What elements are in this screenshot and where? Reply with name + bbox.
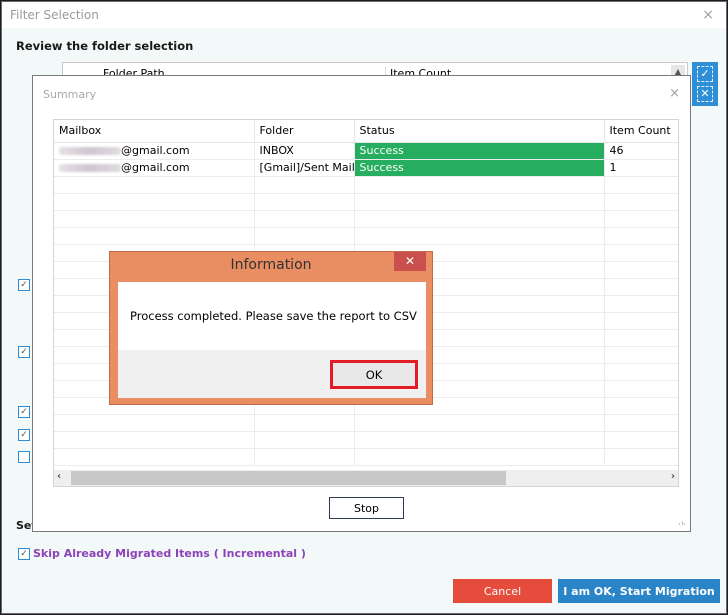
close-icon[interactable]: ×	[669, 86, 680, 101]
scrollbar-thumb[interactable]	[71, 471, 506, 485]
header-row: Mailbox Folder Status Item Count	[54, 120, 678, 143]
empty-cell	[254, 210, 355, 228]
empty-cell	[354, 210, 605, 228]
empty-cell	[254, 227, 355, 245]
empty-cell	[54, 431, 255, 449]
empty-row	[54, 448, 678, 466]
scroll-right-icon[interactable]: ›	[671, 471, 675, 482]
filter-checkbox-5[interactable]	[18, 451, 30, 463]
empty-cell	[254, 176, 355, 194]
empty-row	[54, 210, 678, 228]
ok-button[interactable]: OK	[330, 360, 418, 389]
table-row[interactable]: @gmail.com INBOX Success 46	[54, 142, 678, 160]
empty-row	[54, 176, 678, 194]
table-row[interactable]: @gmail.com [Gmail]/Sent Mail Success 1	[54, 159, 678, 177]
title-bar: Filter Selection ×	[2, 2, 726, 28]
empty-cell	[354, 414, 605, 432]
empty-cell	[254, 414, 355, 432]
empty-cell	[54, 193, 255, 211]
empty-cell	[54, 414, 255, 432]
dialog-body: Process completed. Please save the repor…	[118, 282, 426, 398]
empty-cell	[604, 210, 678, 228]
filter-checkbox-3[interactable]: ✓	[18, 406, 30, 418]
empty-cell	[604, 346, 678, 364]
empty-cell	[604, 227, 678, 245]
empty-row	[54, 227, 678, 245]
scroll-left-icon[interactable]: ‹	[57, 471, 61, 482]
filter-checkbox-1[interactable]: ✓	[18, 279, 30, 291]
item-count-cell: 46	[604, 142, 678, 160]
column-status[interactable]: Status	[354, 120, 605, 143]
folder-cell: INBOX	[254, 142, 355, 160]
column-folder[interactable]: Folder	[254, 120, 355, 143]
column-item-count[interactable]: Item Count	[604, 120, 678, 143]
mailbox-domain: @gmail.com	[121, 144, 190, 157]
empty-cell	[604, 312, 678, 330]
empty-cell	[604, 448, 678, 466]
item-count-cell: 1	[604, 159, 678, 177]
status-cell: Success	[354, 159, 605, 177]
status-cell: Success	[354, 142, 605, 160]
empty-cell	[354, 431, 605, 449]
empty-cell	[604, 176, 678, 194]
empty-cell	[354, 176, 605, 194]
review-folder-label: Review the folder selection	[16, 39, 194, 53]
empty-row	[54, 193, 678, 211]
stop-button[interactable]: Stop	[329, 497, 404, 519]
empty-cell	[604, 329, 678, 347]
empty-cell	[604, 363, 678, 381]
dialog-footer: OK	[118, 350, 426, 398]
close-icon[interactable]: ✕	[394, 252, 426, 271]
empty-cell	[254, 193, 355, 211]
skip-migrated-checkbox[interactable]: ✓	[18, 548, 30, 560]
empty-cell	[54, 227, 255, 245]
start-migration-button[interactable]: I am OK, Start Migration	[558, 579, 720, 603]
empty-cell	[254, 431, 355, 449]
close-icon[interactable]: ×	[702, 7, 714, 23]
empty-cell	[604, 193, 678, 211]
empty-cell	[604, 244, 678, 262]
summary-title: Summary	[43, 88, 97, 101]
window-title: Filter Selection	[10, 8, 99, 22]
empty-cell	[54, 210, 255, 228]
empty-cell	[604, 414, 678, 432]
empty-row	[54, 414, 678, 432]
empty-row	[54, 431, 678, 449]
empty-cell	[604, 397, 678, 415]
empty-cell	[604, 278, 678, 296]
dialog-message: Process completed. Please save the repor…	[130, 309, 417, 323]
mailbox-cell: @gmail.com	[54, 159, 255, 177]
dialog-title: Information	[230, 257, 312, 273]
selection-buttons: ✓ ✕	[692, 62, 718, 106]
empty-cell	[354, 227, 605, 245]
horizontal-scrollbar[interactable]: ‹ ›	[54, 470, 678, 486]
empty-cell	[604, 261, 678, 279]
column-mailbox[interactable]: Mailbox	[54, 120, 255, 143]
empty-cell	[604, 431, 678, 449]
empty-cell	[354, 193, 605, 211]
information-dialog: Information ✕ Process completed. Please …	[109, 251, 433, 405]
empty-cell	[54, 448, 255, 466]
filter-checkbox-2[interactable]: ✓	[18, 346, 30, 358]
empty-cell	[54, 176, 255, 194]
cancel-button[interactable]: Cancel	[453, 579, 552, 603]
empty-cell	[604, 295, 678, 313]
deselect-all-icon[interactable]: ✕	[697, 86, 713, 102]
select-all-icon[interactable]: ✓	[697, 66, 713, 82]
empty-cell	[604, 380, 678, 398]
folder-cell: [Gmail]/Sent Mail	[254, 159, 355, 177]
mailbox-cell: @gmail.com	[54, 142, 255, 160]
filter-checkbox-4[interactable]: ✓	[18, 429, 30, 441]
skip-migrated-label[interactable]: Skip Already Migrated Items ( Incrementa…	[33, 547, 306, 560]
redacted-username	[59, 147, 121, 155]
mailbox-domain: @gmail.com	[121, 161, 190, 174]
empty-cell	[254, 448, 355, 466]
empty-cell	[354, 448, 605, 466]
redacted-username	[59, 164, 121, 172]
resize-grip-icon[interactable]: ⠠⠦	[676, 519, 686, 527]
